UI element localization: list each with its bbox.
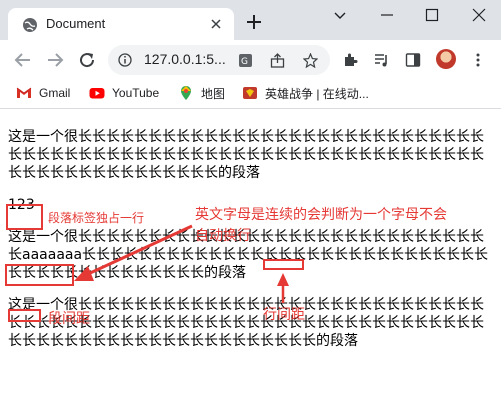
bookmark-gmail[interactable]: Gmail <box>16 84 70 102</box>
paragraph-spacing-note: 段间距 <box>48 311 90 327</box>
bookmarks-bar: Gmail YouTube 地图 英雄战争 | 在线动... <box>0 78 501 109</box>
translate-icon[interactable]: G <box>238 53 253 68</box>
menu-icon[interactable] <box>470 52 486 68</box>
extensions-icon[interactable] <box>342 52 358 68</box>
forward-icon[interactable] <box>46 51 64 69</box>
youtube-icon <box>89 88 105 99</box>
star-icon[interactable] <box>303 53 318 68</box>
reload-icon[interactable] <box>78 51 96 69</box>
back-icon[interactable] <box>14 51 32 69</box>
bookmark-label: Gmail <box>39 86 71 100</box>
title-bar: Document <box>0 0 501 40</box>
english-note-line1: 英文字母是连续的会判断为一个字母不会 <box>195 207 447 223</box>
minimize-icon[interactable] <box>380 8 394 22</box>
paragraph-label-note: 段落标签独占一行 <box>48 211 145 225</box>
tab-title: Document <box>46 16 106 31</box>
bookmark-maps[interactable]: 地图 <box>178 84 225 102</box>
gmail-icon <box>16 87 32 98</box>
toolbar: 127.0.0.1:5... G <box>0 40 501 78</box>
highlight-box-aaaaaaa <box>5 264 74 286</box>
globe-icon <box>23 18 37 32</box>
chevron-down-icon[interactable] <box>333 8 347 22</box>
url-text[interactable]: 127.0.0.1:5... <box>144 51 226 67</box>
share-icon[interactable] <box>270 53 285 68</box>
bookmark-label: 地图 <box>201 86 226 101</box>
line-spacing-note: 行间距 <box>263 307 305 323</box>
profile-avatar[interactable] <box>436 49 456 69</box>
browser-tab[interactable]: Document <box>8 8 234 40</box>
side-panel-icon[interactable] <box>405 52 421 68</box>
maximize-icon[interactable] <box>425 8 439 22</box>
address-bar[interactable]: 127.0.0.1:5... G <box>108 45 330 75</box>
media-queue-icon[interactable] <box>374 52 390 68</box>
bookmark-youtube[interactable]: YouTube <box>89 84 159 102</box>
highlight-box-123 <box>6 204 43 230</box>
highlight-box-line-spacing <box>263 259 304 270</box>
bookmark-game[interactable]: 英雄战争 | 在线动... <box>242 84 369 102</box>
info-icon[interactable] <box>118 53 132 67</box>
svg-text:G: G <box>241 57 248 67</box>
new-tab-icon[interactable] <box>246 14 262 30</box>
game-icon <box>243 87 257 99</box>
close-window-icon[interactable] <box>472 8 486 22</box>
bookmark-label: YouTube <box>112 86 160 100</box>
highlight-box-paragraph-spacing <box>8 309 41 322</box>
english-note-line2: 自动换行 <box>195 228 251 244</box>
paragraph-1: 这是一个很长长长长长长长长长长长长长长长长长长长长长长长长长长长长长长长长长长长… <box>8 129 484 181</box>
maps-icon <box>181 86 191 100</box>
bookmark-label: 英雄战争 | 在线动... <box>265 86 369 101</box>
close-tab-icon[interactable] <box>210 18 222 30</box>
